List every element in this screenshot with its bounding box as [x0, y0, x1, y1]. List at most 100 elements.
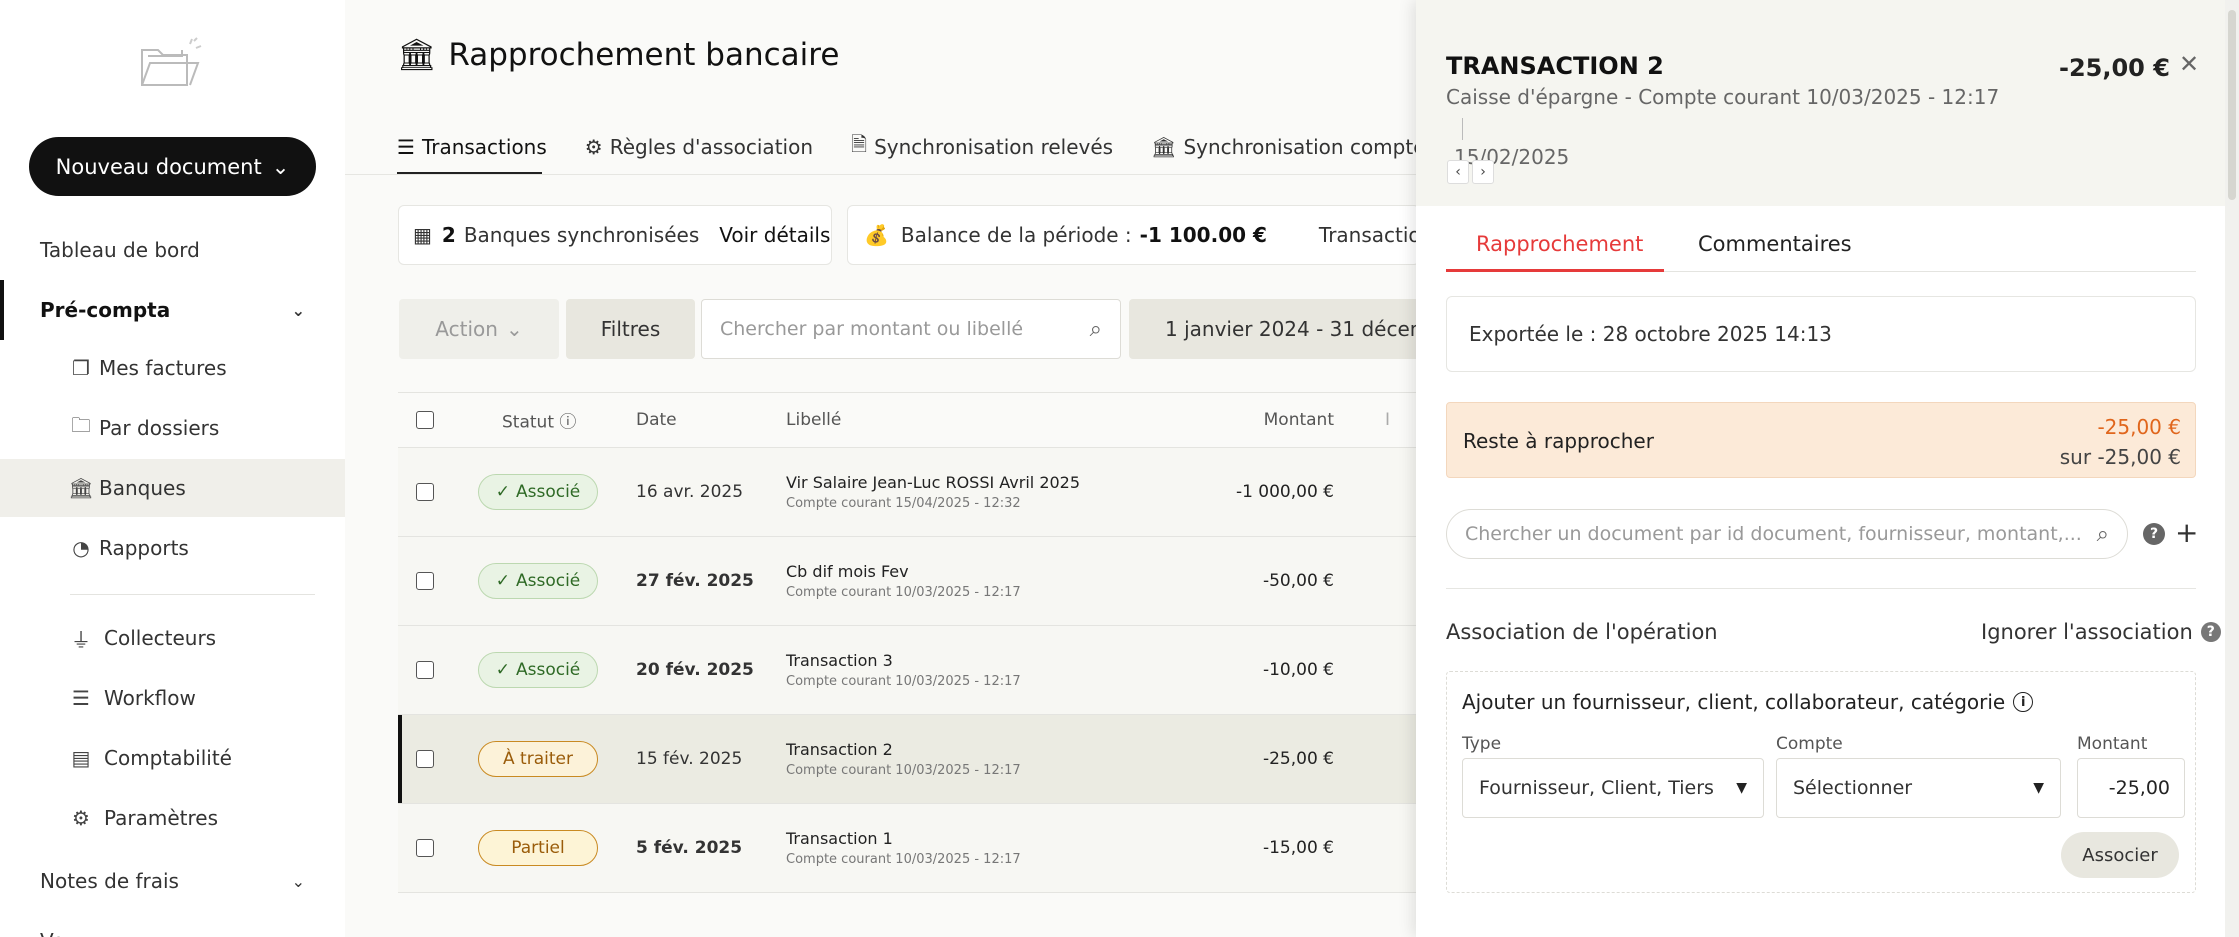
col-status-label: Statut [502, 412, 554, 433]
bank-icon: 🏛 [68, 476, 94, 500]
table-row[interactable]: Partiel 5 fév. 2025 Transaction 1 Compte… [398, 804, 1420, 893]
bank-icon: 🏛 [397, 37, 437, 73]
type-select[interactable]: Fournisseur, Client, Tiers ▼ [1462, 758, 1764, 818]
nav-expenses[interactable]: Notes de frais ⌄ [0, 852, 345, 910]
transactions-table: Statut ⓘ Date Libellé Montant I ✓ Associé… [398, 392, 1420, 893]
row-checkbox[interactable] [416, 572, 434, 590]
nav-label: Comptabilité [104, 746, 232, 770]
select-all-checkbox[interactable] [416, 411, 434, 429]
row-amount: -50,00 € [1262, 571, 1334, 591]
col-amount: Montant [1263, 410, 1334, 430]
row-label-sub: Compte courant 10/03/2025 - 12:17 [786, 585, 1021, 600]
date-range-label: 1 janvier 2024 - 31 décembre 2024 [1165, 317, 1420, 341]
add-icon[interactable]: + [2175, 516, 2198, 549]
sidebar: Nouveau document ⌄ Tableau de bord Pré-c… [0, 0, 345, 937]
tabs-divider [345, 174, 1420, 175]
help-icon[interactable]: ? [2143, 523, 2165, 545]
search-icon: ⌕ [1089, 316, 1102, 342]
row-label: Transaction 1 Compte courant 10/03/2025 … [786, 829, 1021, 867]
details-link[interactable]: Voir détails [719, 223, 830, 247]
document-search-input[interactable]: Chercher un document par id document, fo… [1446, 509, 2128, 559]
row-amount: -25,00 € [1262, 749, 1334, 769]
table-row-selected[interactable]: À traiter 15 fév. 2025 Transaction 2 Com… [398, 715, 1420, 804]
nav-collectors[interactable]: ⏚ Collecteurs [0, 609, 345, 667]
nav-label: Notes de frais [40, 869, 179, 893]
tab-transactions[interactable]: ☰ Transactions [397, 130, 547, 164]
active-tab-underline [397, 172, 542, 174]
nav-label: Banques [99, 476, 186, 500]
nav-settings[interactable]: ⚙ Paramètres [0, 789, 345, 847]
gear-icon: ⚙ [584, 135, 603, 159]
scrollbar-thumb[interactable] [2228, 10, 2236, 200]
row-checkbox[interactable] [416, 483, 434, 501]
associate-button[interactable]: Associer [2061, 832, 2179, 878]
col-status: Statut ⓘ [502, 408, 576, 433]
amount-label: Montant [2077, 734, 2148, 754]
nav-dashboard[interactable]: Tableau de bord [0, 221, 345, 279]
tab-label: Synchronisation relevés [874, 135, 1114, 159]
col-date: Date [636, 410, 677, 430]
active-tab-underline [1446, 269, 1664, 272]
banks-sync-card: ▦ 2 Banques synchronisées Voir détails [398, 205, 832, 265]
pie-chart-icon: ◔ [72, 536, 90, 560]
row-checkbox[interactable] [416, 750, 434, 768]
panel-subtitle-account: Caisse d'épargne - Compte courant 10/03/… [1446, 85, 2000, 109]
plug-icon: ⏚ [71, 627, 91, 652]
nav-folders[interactable]: 🗀 Par dossiers [0, 399, 345, 457]
nav-invoices[interactable]: ❐ Mes factures [0, 339, 345, 397]
chevron-down-icon: ⌄ [271, 154, 290, 179]
close-icon[interactable]: ✕ [2179, 50, 2199, 78]
row-checkbox[interactable] [416, 661, 434, 679]
folder-logo-icon [141, 37, 202, 86]
row-label: Transaction 3 Compte courant 10/03/2025 … [786, 651, 1021, 689]
table-row[interactable]: ✓ Associé 20 fév. 2025 Transaction 3 Comp… [398, 626, 1420, 715]
row-label: Cb dif mois Fev Compte courant 10/03/202… [786, 562, 1021, 600]
balance-card: 💰 Balance de la période : -1 100.00 € Tr… [847, 205, 1420, 265]
ignore-label: Ignorer l'association [1981, 620, 2193, 644]
panel-divider [1446, 588, 2196, 589]
new-document-button[interactable]: Nouveau document ⌄ [29, 137, 316, 196]
balance-label: Balance de la période : [900, 223, 1132, 247]
nav-label: Workflow [104, 686, 196, 710]
remaining-label: Reste à rapprocher [1463, 429, 1654, 453]
banks-label: Banques synchronisées [463, 223, 700, 247]
list-check-icon: ☰ [72, 686, 90, 710]
panel-scrollbar[interactable] [2225, 0, 2239, 937]
row-label-sub: Compte courant 10/03/2025 - 12:17 [786, 763, 1021, 778]
association-form-header: Ajouter un fournisseur, client, collabor… [1462, 690, 2034, 714]
previous-transaction-button[interactable]: ‹ [1447, 160, 1469, 184]
type-label: Type [1462, 734, 1502, 754]
chevron-down-icon: ⌄ [291, 871, 305, 891]
search-input[interactable]: Chercher par montant ou libellé ⌕ [701, 299, 1121, 359]
nav-accounting[interactable]: ▤ Comptabilité [0, 729, 345, 787]
row-label-main: Cb dif mois Fev [786, 562, 909, 581]
date-range-picker[interactable]: 1 janvier 2024 - 31 décembre 2024 [1129, 299, 1420, 359]
account-select[interactable]: Sélectionner ▼ [1776, 758, 2061, 818]
nav-banks[interactable]: 🏛 Banques [0, 459, 345, 517]
nav-reports[interactable]: ◔ Rapports [0, 519, 345, 577]
tab-rules[interactable]: ⚙ Règles d'association [585, 130, 813, 164]
col-extra: I [1384, 410, 1390, 430]
row-checkbox[interactable] [416, 839, 434, 857]
nav-workflow[interactable]: ☰ Workflow [0, 669, 345, 727]
row-date: 15 fév. 2025 [636, 749, 743, 769]
book-icon: ▤ [71, 746, 91, 770]
row-label-main: Vir Salaire Jean-Luc ROSSI Avril 2025 [786, 473, 1081, 492]
amount-input[interactable]: -25,00 [2077, 758, 2185, 818]
check-icon: ✓ [495, 482, 510, 502]
tab-comments[interactable]: Commentaires [1698, 232, 1852, 256]
table-row[interactable]: ✓ Associé 16 avr. 2025 Vir Salaire Jean-L… [398, 448, 1420, 537]
action-dropdown[interactable]: Action ⌄ [399, 299, 559, 359]
table-row[interactable]: ✓ Associé 27 fév. 2025 Cb dif mois Fev Co… [398, 537, 1420, 626]
info-icon: i [2013, 692, 2034, 712]
chevron-down-icon: ⌄ [505, 317, 523, 341]
nav-sales[interactable]: Ve [0, 912, 345, 937]
tab-sync-statements[interactable]: 🗎 Synchronisation relevés [851, 130, 1113, 164]
ignore-association-link[interactable]: Ignorer l'association ? [1981, 620, 2221, 644]
next-transaction-button[interactable]: › [1472, 160, 1494, 184]
nav-precompta[interactable]: Pré-compta ⌄ [0, 281, 345, 339]
filters-button[interactable]: Filtres [566, 299, 695, 359]
association-title: Association de l'opération [1446, 620, 1718, 644]
tab-reconcile[interactable]: Rapprochement [1476, 232, 1643, 256]
caret-down-icon: ▼ [1736, 780, 1747, 796]
